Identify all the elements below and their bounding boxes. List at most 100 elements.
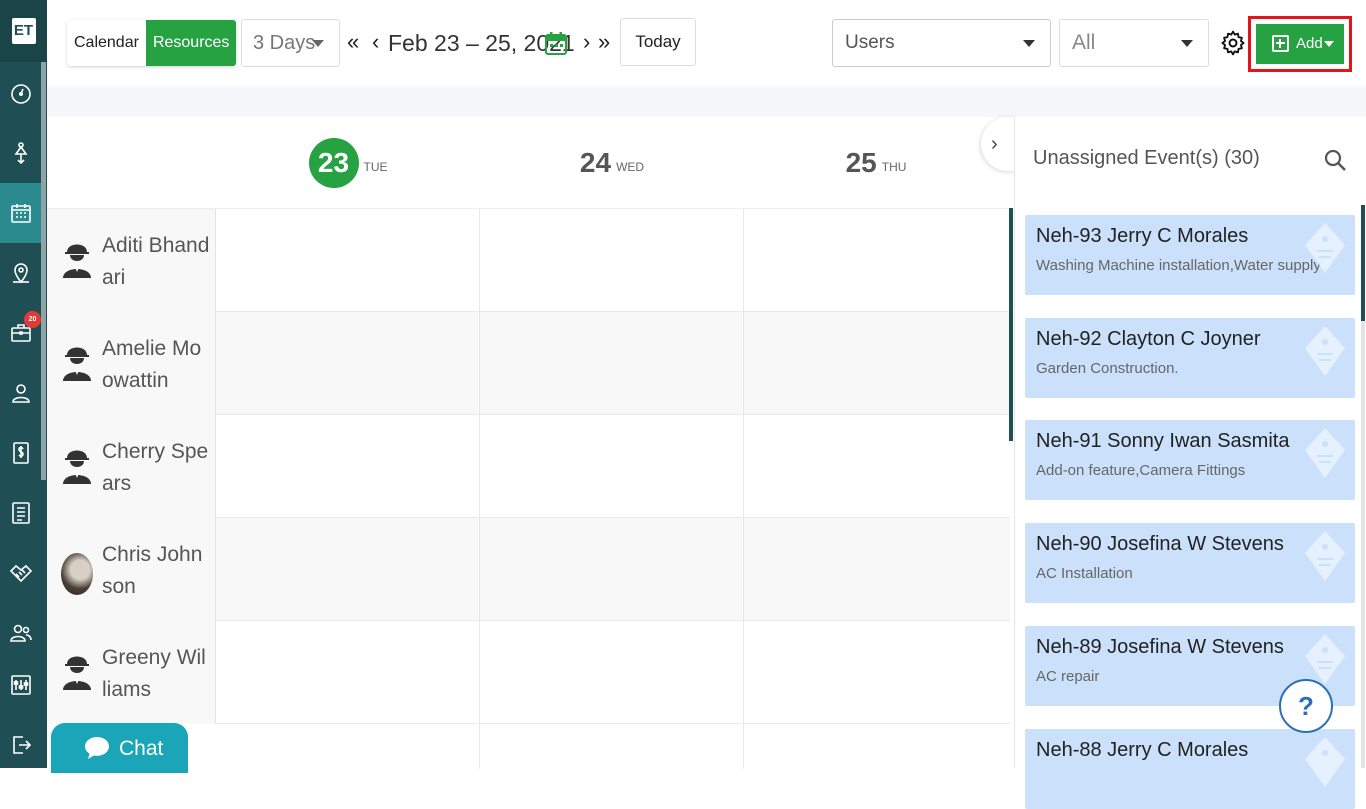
worker-avatar-icon — [63, 450, 91, 484]
day-name: WED — [616, 160, 645, 174]
day-number: 23 — [308, 138, 359, 188]
chevron-down-icon — [1023, 40, 1035, 47]
tag-icon — [1305, 737, 1345, 787]
panel-title: Unassigned Event(s) (30) — [1033, 147, 1260, 169]
settings-sliders-icon — [10, 675, 31, 695]
event-card[interactable]: Neh-93 Jerry C Morales Washing Machine i… — [1025, 215, 1355, 295]
worker-avatar-icon — [63, 347, 91, 381]
event-title: Neh-91 Sonny Iwan Sasmita — [1036, 430, 1290, 452]
resource-scheduler: 23 TUE 24 WED 25 THU Aditi Bhandari Amel… — [47, 117, 1015, 769]
users-select[interactable]: Users — [832, 19, 1051, 67]
event-title: Neh-93 Jerry C Morales — [1036, 225, 1249, 247]
chevron-down-icon — [1324, 41, 1334, 47]
sidebar-item-calendar[interactable] — [0, 183, 41, 243]
chevron-left-icon[interactable]: ‹ — [372, 26, 379, 58]
panel-scrollbar[interactable] — [1361, 205, 1365, 321]
scheduler-scrollbar[interactable] — [1009, 208, 1013, 441]
resource-row: Aditi Bhandari — [47, 209, 1010, 312]
event-description: Washing Machine installation,Water suppl… — [1036, 257, 1321, 274]
gear-icon[interactable] — [1220, 30, 1246, 56]
resource-cell[interactable]: Greeny Williams — [47, 621, 216, 724]
sidebar-scrollbar[interactable] — [41, 62, 46, 480]
panel-scrollbar-track[interactable] — [1361, 321, 1365, 768]
sidebar-item-invoices[interactable] — [0, 423, 41, 483]
days-range-select[interactable]: 3 Days — [241, 19, 340, 67]
view-calendar-button[interactable]: Calendar — [67, 20, 146, 66]
tag-icon — [1305, 531, 1345, 581]
dashboard-icon — [10, 84, 31, 104]
resource-cell[interactable]: Amelie Moowattin — [47, 312, 216, 415]
event-description: AC Installation — [1036, 565, 1133, 582]
user-icon — [11, 384, 30, 403]
plus-square-icon — [1272, 35, 1289, 52]
event-description: AC repair — [1036, 668, 1100, 685]
event-description: Garden Construction. — [1036, 360, 1179, 377]
day-number: 24 — [579, 147, 612, 178]
day-column-divider — [479, 209, 480, 769]
day-column-divider — [743, 209, 744, 769]
event-title: Neh-90 Josefina W Stevens — [1036, 533, 1284, 555]
calendar-icon — [10, 204, 31, 223]
day-header-wed[interactable]: 24 WED — [480, 117, 744, 209]
date-picker-icon[interactable] — [545, 31, 567, 55]
unassigned-events-panel: Unassigned Event(s) (30) Neh-93 Jerry C … — [1014, 117, 1366, 809]
all-filter-select[interactable]: All — [1059, 19, 1209, 67]
search-icon[interactable] — [1323, 148, 1347, 172]
sidebar-item-dispatch[interactable] — [0, 123, 41, 183]
sidebar-item-jobs[interactable]: 20 — [0, 303, 41, 363]
view-resources-button[interactable]: Resources — [145, 20, 237, 66]
sidebar: ET 20 — [0, 0, 47, 768]
resource-name: Aditi Bhandari — [102, 234, 210, 289]
day-name: THU — [881, 160, 907, 174]
help-button[interactable]: ? — [1279, 679, 1333, 733]
event-title: Neh-88 Jerry C Morales — [1036, 739, 1249, 761]
resource-row: Greeny Williams — [47, 621, 1010, 724]
resource-name: Greeny Williams — [102, 646, 206, 701]
day-number: 25 — [845, 147, 877, 178]
chat-bubble-icon — [85, 737, 109, 759]
double-chevron-left-icon[interactable]: « — [347, 26, 359, 58]
resource-name: Chris Johnson — [102, 543, 203, 598]
event-card[interactable]: Neh-92 Clayton C Joyner Garden Construct… — [1025, 318, 1355, 398]
resource-cell[interactable]: Aditi Bhandari — [47, 209, 216, 312]
add-button-highlight: Add — [1248, 16, 1352, 72]
app-logo[interactable]: ET — [0, 0, 47, 62]
today-button[interactable]: Today — [620, 18, 696, 66]
resource-name: Cherry Spears — [102, 440, 209, 495]
event-card[interactable]: Neh-91 Sonny Iwan Sasmita Add-on feature… — [1025, 420, 1355, 500]
sidebar-item-contracts[interactable] — [0, 543, 41, 603]
add-button[interactable]: Add — [1256, 24, 1344, 64]
resource-cell[interactable]: Cherry Spears — [47, 415, 216, 518]
invoice-dollar-icon — [12, 442, 29, 464]
chevron-down-icon — [312, 40, 324, 47]
list-icon — [11, 502, 30, 524]
tag-icon — [1305, 223, 1345, 273]
sidebar-item-logout[interactable] — [0, 715, 41, 775]
sidebar-item-customers[interactable] — [0, 363, 41, 423]
sidebar-item-dashboard[interactable] — [0, 64, 41, 124]
event-title: Neh-92 Clayton C Joyner — [1036, 328, 1261, 350]
day-header-thu[interactable]: 25 THU — [744, 117, 1008, 209]
resource-row: Cherry Spears — [47, 415, 1010, 518]
top-toolbar: Calendar Resources 3 Days « ‹ Feb 23 – 2… — [47, 0, 1366, 86]
map-pin-icon — [12, 263, 29, 284]
double-chevron-right-icon[interactable]: » — [598, 26, 610, 58]
chevron-down-icon — [1181, 40, 1193, 47]
dispatch-icon — [13, 142, 28, 165]
sidebar-item-reports[interactable] — [0, 483, 41, 543]
tag-icon — [1305, 428, 1345, 478]
resource-cell[interactable]: Chris Johnson — [47, 518, 216, 621]
worker-avatar-icon — [63, 244, 91, 278]
sidebar-item-settings[interactable] — [0, 655, 41, 715]
sidebar-item-team[interactable] — [0, 603, 41, 663]
event-card[interactable]: Neh-90 Josefina W Stevens AC Installatio… — [1025, 523, 1355, 603]
tag-icon — [1305, 326, 1345, 376]
chat-button[interactable]: Chat — [51, 723, 188, 773]
chevron-right-icon[interactable]: › — [583, 26, 590, 58]
team-icon — [9, 624, 32, 642]
resource-name: Amelie Moowattin — [102, 337, 202, 392]
sidebar-item-map[interactable] — [0, 243, 41, 303]
day-header-tue[interactable]: 23 TUE — [216, 117, 480, 209]
event-card[interactable]: Neh-88 Jerry C Morales — [1025, 729, 1355, 809]
logout-icon — [12, 736, 31, 754]
